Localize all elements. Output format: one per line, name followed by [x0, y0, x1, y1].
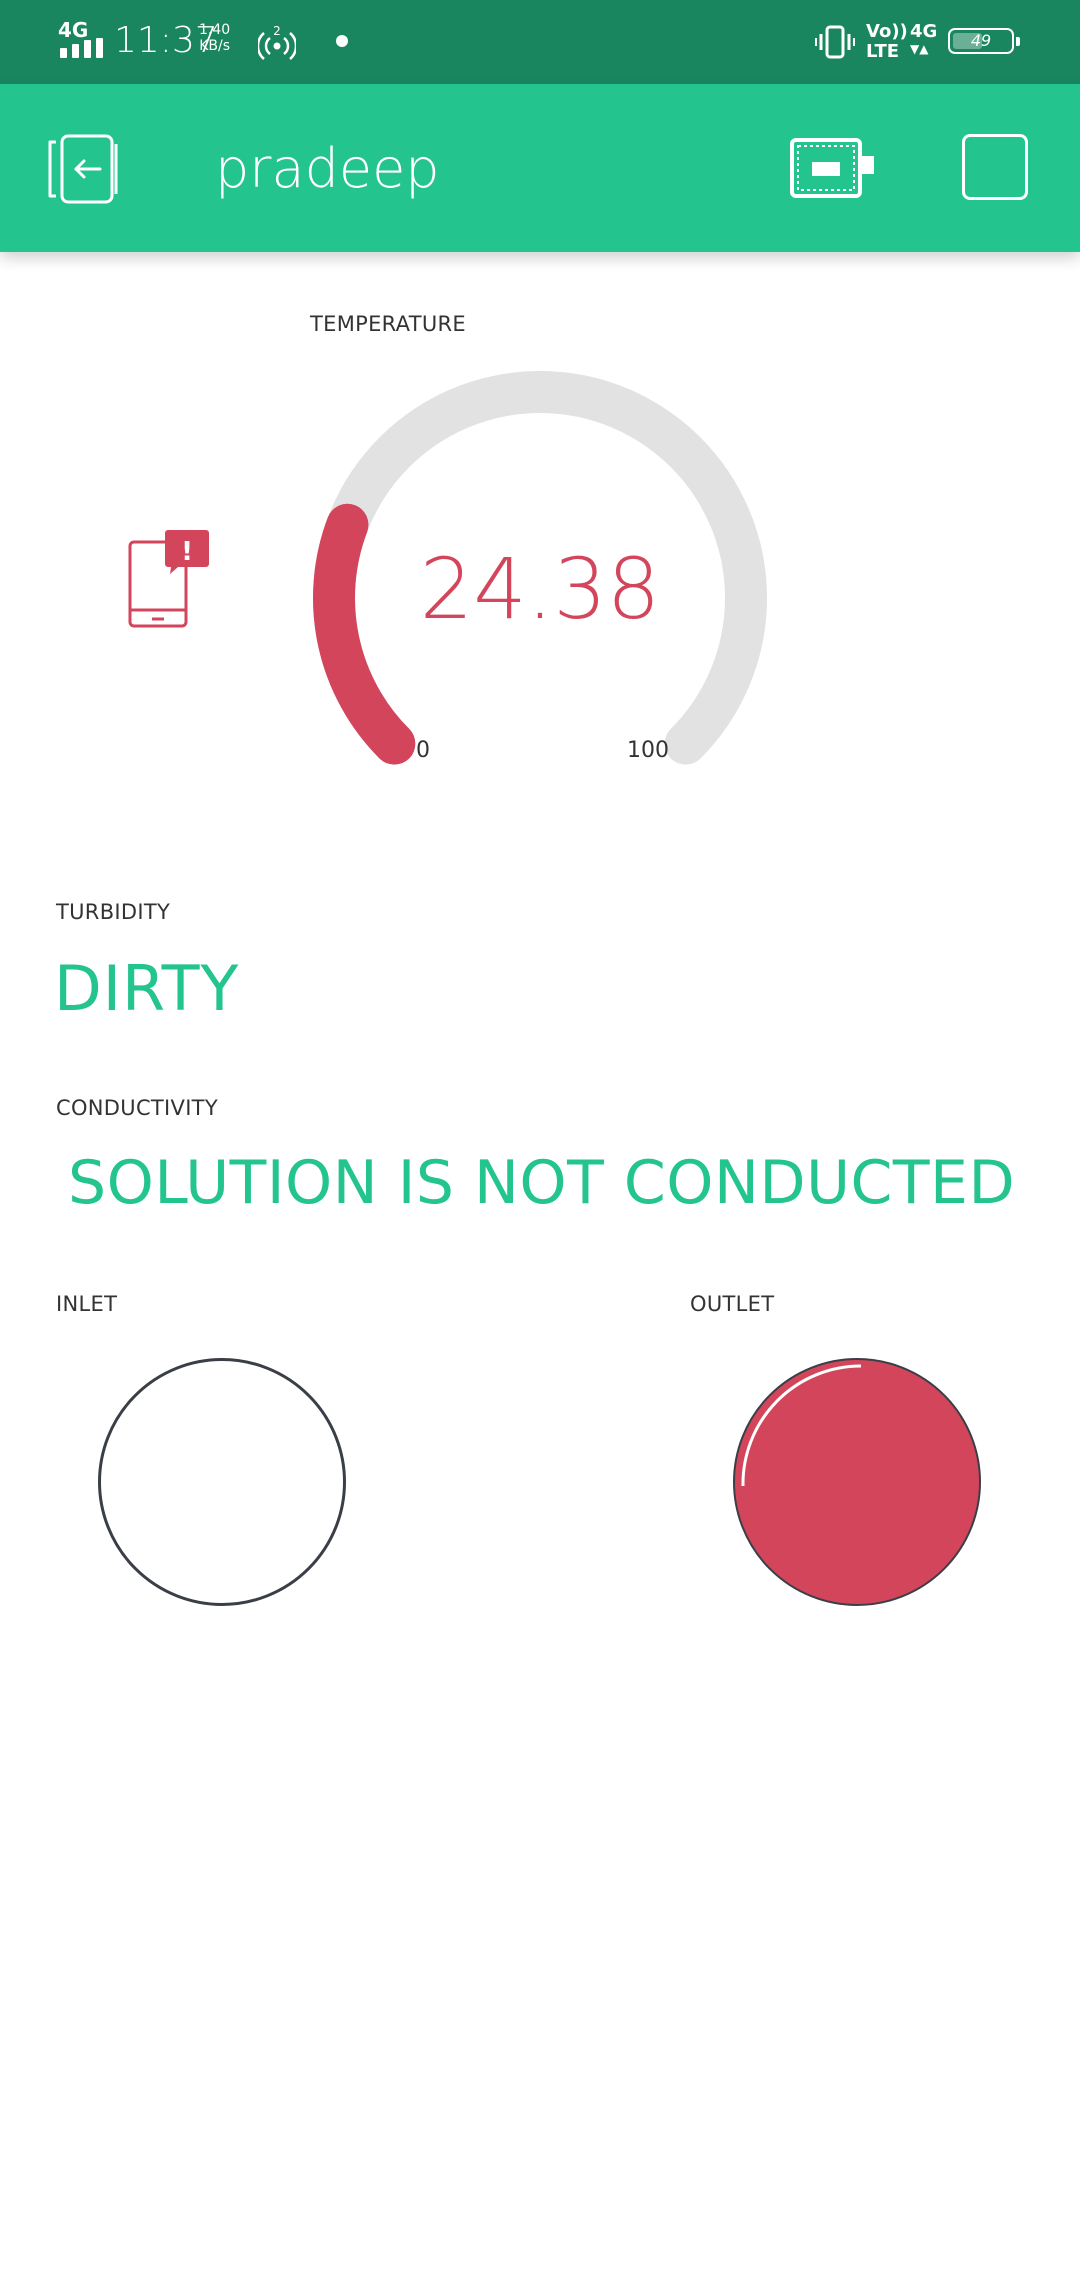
conductivity-value: SOLUTION IS NOT CONDUCTED	[68, 1148, 1016, 1218]
phone-alert-icon[interactable]: !	[126, 528, 210, 630]
project-title: pradeep	[215, 137, 440, 200]
volte-indicator: Vo)) LTE	[866, 22, 908, 62]
speed-value: 1.40	[199, 22, 231, 38]
inlet-label: INLET	[56, 1292, 118, 1316]
vibrate-icon	[815, 25, 855, 59]
device-icon[interactable]	[788, 134, 876, 204]
back-icon[interactable]	[46, 134, 122, 204]
turbidity-value: DIRTY	[54, 952, 240, 1025]
battery-level: 49	[970, 31, 992, 50]
network-type-right: 4G ▼▲	[910, 21, 938, 57]
conductivity-label: CONDUCTIVITY	[56, 1096, 218, 1120]
gauge-min-label: 0	[416, 738, 430, 763]
square-icon[interactable]	[962, 134, 1028, 200]
led-highlight-icon	[741, 1364, 862, 1487]
data-arrows-icon: ▼▲	[910, 42, 929, 56]
temperature-value: 24.38	[419, 540, 661, 638]
signal-icon	[60, 38, 106, 58]
battery-icon: 49	[948, 28, 1020, 54]
alert-badge: !	[181, 537, 193, 567]
network-type-right-label: 4G	[910, 21, 938, 42]
temperature-label: TEMPERATURE	[310, 312, 466, 336]
outlet-led	[733, 1358, 981, 1606]
gauge-max-label: 100	[627, 738, 669, 763]
volte-top: Vo))	[866, 21, 908, 42]
inlet-led	[98, 1358, 346, 1606]
hotspot-count: 2	[273, 24, 281, 38]
turbidity-label: TURBIDITY	[56, 900, 171, 924]
hotspot-icon: 2	[258, 24, 296, 60]
volte-bottom: LTE	[866, 41, 900, 62]
speed-unit: KB/s	[199, 38, 230, 54]
notification-dot-icon	[336, 35, 348, 47]
outlet-label: OUTLET	[690, 1292, 775, 1316]
network-speed: 1.40 KB/s	[199, 22, 230, 54]
status-bar: 4G 11:37 1.40 KB/s 2 Vo)) LTE 4G ▼▲ 49	[0, 0, 1080, 84]
app-bar: pradeep	[0, 84, 1080, 252]
